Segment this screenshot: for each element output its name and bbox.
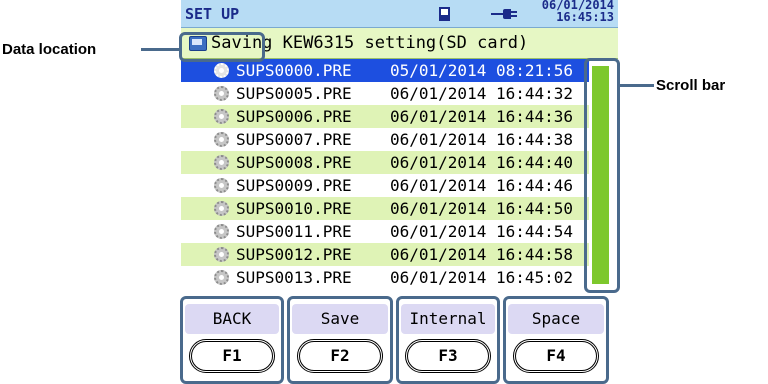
file-datetime: 05/01/2014 08:21:56 — [390, 61, 574, 80]
data-location-pointer — [141, 48, 181, 51]
gear-icon — [214, 132, 229, 147]
status-time: 16:45:13 — [556, 10, 614, 24]
file-row[interactable]: SUPS0009.PRE 06/01/2014 16:44:46 — [181, 174, 589, 197]
file-datetime: 06/01/2014 16:44:50 — [390, 199, 574, 218]
f1-highlight — [180, 296, 284, 384]
sd-card-icon — [439, 7, 450, 21]
file-datetime: 06/01/2014 16:44:36 — [390, 107, 574, 126]
file-row[interactable]: SUPS0011.PRE 06/01/2014 16:44:54 — [181, 220, 589, 243]
file-name: SUPS0007.PRE — [236, 130, 352, 149]
file-row[interactable]: SUPS0005.PRE 06/01/2014 16:44:32 — [181, 82, 589, 105]
gear-icon — [214, 270, 229, 285]
gear-icon — [214, 109, 229, 124]
file-row[interactable]: SUPS0010.PRE 06/01/2014 16:44:50 — [181, 197, 589, 220]
file-datetime: 06/01/2014 16:44:54 — [390, 222, 574, 241]
file-name: SUPS0006.PRE — [236, 107, 352, 126]
gear-icon — [214, 201, 229, 216]
f3-highlight — [396, 296, 500, 384]
file-datetime: 06/01/2014 16:45:02 — [390, 268, 574, 287]
scroll-bar-pointer — [618, 84, 654, 87]
gear-icon — [214, 86, 229, 101]
file-name: SUPS0005.PRE — [236, 84, 352, 103]
file-datetime: 06/01/2014 16:44:58 — [390, 245, 574, 264]
file-datetime: 06/01/2014 16:44:32 — [390, 84, 574, 103]
file-name: SUPS0010.PRE — [236, 199, 352, 218]
status-datetime: 06/01/2014 16:45:13 — [542, 0, 614, 23]
data-location-annotation: Data location — [2, 41, 97, 58]
scroll-bar-highlight — [584, 58, 620, 293]
f4-highlight — [503, 296, 609, 384]
gear-icon — [214, 224, 229, 239]
gear-icon — [214, 155, 229, 170]
file-row[interactable]: SUPS0007.PRE 06/01/2014 16:44:38 — [181, 128, 589, 151]
file-list: SUPS0000.PRE 05/01/2014 08:21:56 SUPS0005.… — [181, 59, 589, 292]
gear-icon — [214, 247, 229, 262]
data-location-highlight — [179, 32, 265, 62]
file-row[interactable]: SUPS0000.PRE 05/01/2014 08:21:56 — [181, 59, 589, 82]
screen-title: SET UP — [185, 5, 240, 23]
status-bar: SET UP 06/01/2014 16:45:13 — [181, 0, 618, 28]
file-name: SUPS0012.PRE — [236, 245, 352, 264]
f2-highlight — [287, 296, 393, 384]
file-row[interactable]: SUPS0013.PRE 06/01/2014 16:45:02 — [181, 266, 589, 289]
scroll-bar-annotation: Scroll bar — [656, 77, 726, 94]
gear-icon — [214, 63, 229, 78]
file-name: SUPS0013.PRE — [236, 268, 352, 287]
file-row[interactable]: SUPS0006.PRE 06/01/2014 16:44:36 — [181, 105, 589, 128]
file-row[interactable]: SUPS0008.PRE 06/01/2014 16:44:40 — [181, 151, 589, 174]
file-name: SUPS0008.PRE — [236, 153, 352, 172]
file-datetime: 06/01/2014 16:44:40 — [390, 153, 574, 172]
gear-icon — [214, 178, 229, 193]
file-datetime: 06/01/2014 16:44:46 — [390, 176, 574, 195]
file-row[interactable]: SUPS0012.PRE 06/01/2014 16:44:58 — [181, 243, 589, 266]
power-plug-icon — [491, 9, 517, 19]
file-name: SUPS0009.PRE — [236, 176, 352, 195]
file-datetime: 06/01/2014 16:44:38 — [390, 130, 574, 149]
file-name: SUPS0000.PRE — [236, 61, 352, 80]
file-name: SUPS0011.PRE — [236, 222, 352, 241]
